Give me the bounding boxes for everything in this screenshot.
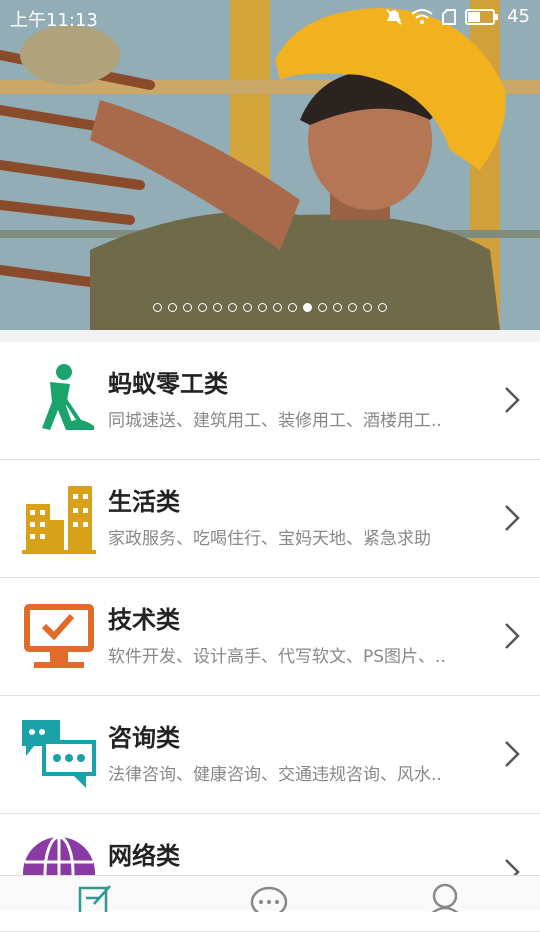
battery-level: 45 (507, 6, 530, 27)
section-divider (0, 330, 540, 342)
category-subtitle: 同城速送、建筑用工、装修用工、酒楼用工.. (108, 411, 442, 431)
chevron-right-icon (505, 505, 520, 531)
category-subtitle: 家政服务、吃喝住行、宝妈天地、紧急求助 (108, 529, 431, 549)
chat-icon[interactable] (249, 882, 289, 912)
carousel-dot[interactable] (258, 303, 267, 312)
monitor-check-icon (24, 604, 94, 668)
chat-bubbles-icon (22, 720, 96, 788)
carousel-dot[interactable] (213, 303, 222, 312)
sim-icon (442, 8, 457, 25)
carousel-dot[interactable] (348, 303, 357, 312)
chevron-right-icon (505, 623, 520, 649)
carousel-dot[interactable] (363, 303, 372, 312)
carousel-dot[interactable] (243, 303, 252, 312)
battery-icon (465, 8, 499, 25)
worker-shovel-icon (42, 364, 94, 430)
carousel-dot[interactable] (183, 303, 192, 312)
mute-icon (386, 8, 402, 25)
chevron-right-icon (505, 741, 520, 767)
carousel-dot[interactable] (333, 303, 342, 312)
hero-banner[interactable]: 上午11:13 45 (0, 0, 540, 330)
category-title: 技术类 (108, 606, 180, 634)
category-list: 蚂蚁零工类 同城速送、建筑用工、装修用工、酒楼用工.. 生活类 家政服务、吃喝住… (0, 342, 540, 932)
carousel-dot[interactable] (288, 303, 297, 312)
edit-icon[interactable] (74, 882, 114, 912)
category-item-life[interactable]: 生活类 家政服务、吃喝住行、宝妈天地、紧急求助 (0, 460, 540, 578)
category-item-tech[interactable]: 技术类 软件开发、设计高手、代写软文、PS图片、.. (0, 578, 540, 696)
carousel-dot[interactable] (228, 303, 237, 312)
category-title: 网络类 (108, 842, 180, 870)
status-bar: 上午11:13 45 (0, 0, 540, 34)
user-icon[interactable] (425, 882, 465, 912)
carousel-dot[interactable] (318, 303, 327, 312)
carousel-dot[interactable] (378, 303, 387, 312)
status-time: 上午11:13 (10, 10, 98, 31)
category-title: 蚂蚁零工类 (108, 370, 228, 398)
category-subtitle: 法律咨询、健康咨询、交通违规咨询、风水.. (108, 765, 442, 785)
chevron-right-icon (505, 387, 520, 413)
carousel-dot[interactable] (153, 303, 162, 312)
category-title: 生活类 (108, 488, 180, 516)
category-title: 咨询类 (108, 724, 180, 752)
category-item-network[interactable]: 网络类 (0, 814, 540, 932)
category-item-odd-jobs[interactable]: 蚂蚁零工类 同城速送、建筑用工、装修用工、酒楼用工.. (0, 342, 540, 460)
banner-photo (0, 0, 540, 330)
wifi-icon (411, 8, 433, 24)
bottom-tab-bar (0, 875, 540, 912)
carousel-dot[interactable] (273, 303, 282, 312)
carousel-indicator[interactable] (0, 303, 540, 312)
carousel-dot[interactable] (198, 303, 207, 312)
carousel-dot[interactable] (168, 303, 177, 312)
category-item-consult[interactable]: 咨询类 法律咨询、健康咨询、交通违规咨询、风水.. (0, 696, 540, 814)
buildings-icon (22, 486, 96, 554)
category-subtitle: 软件开发、设计高手、代写软文、PS图片、.. (108, 647, 446, 667)
carousel-dot[interactable] (303, 303, 312, 312)
